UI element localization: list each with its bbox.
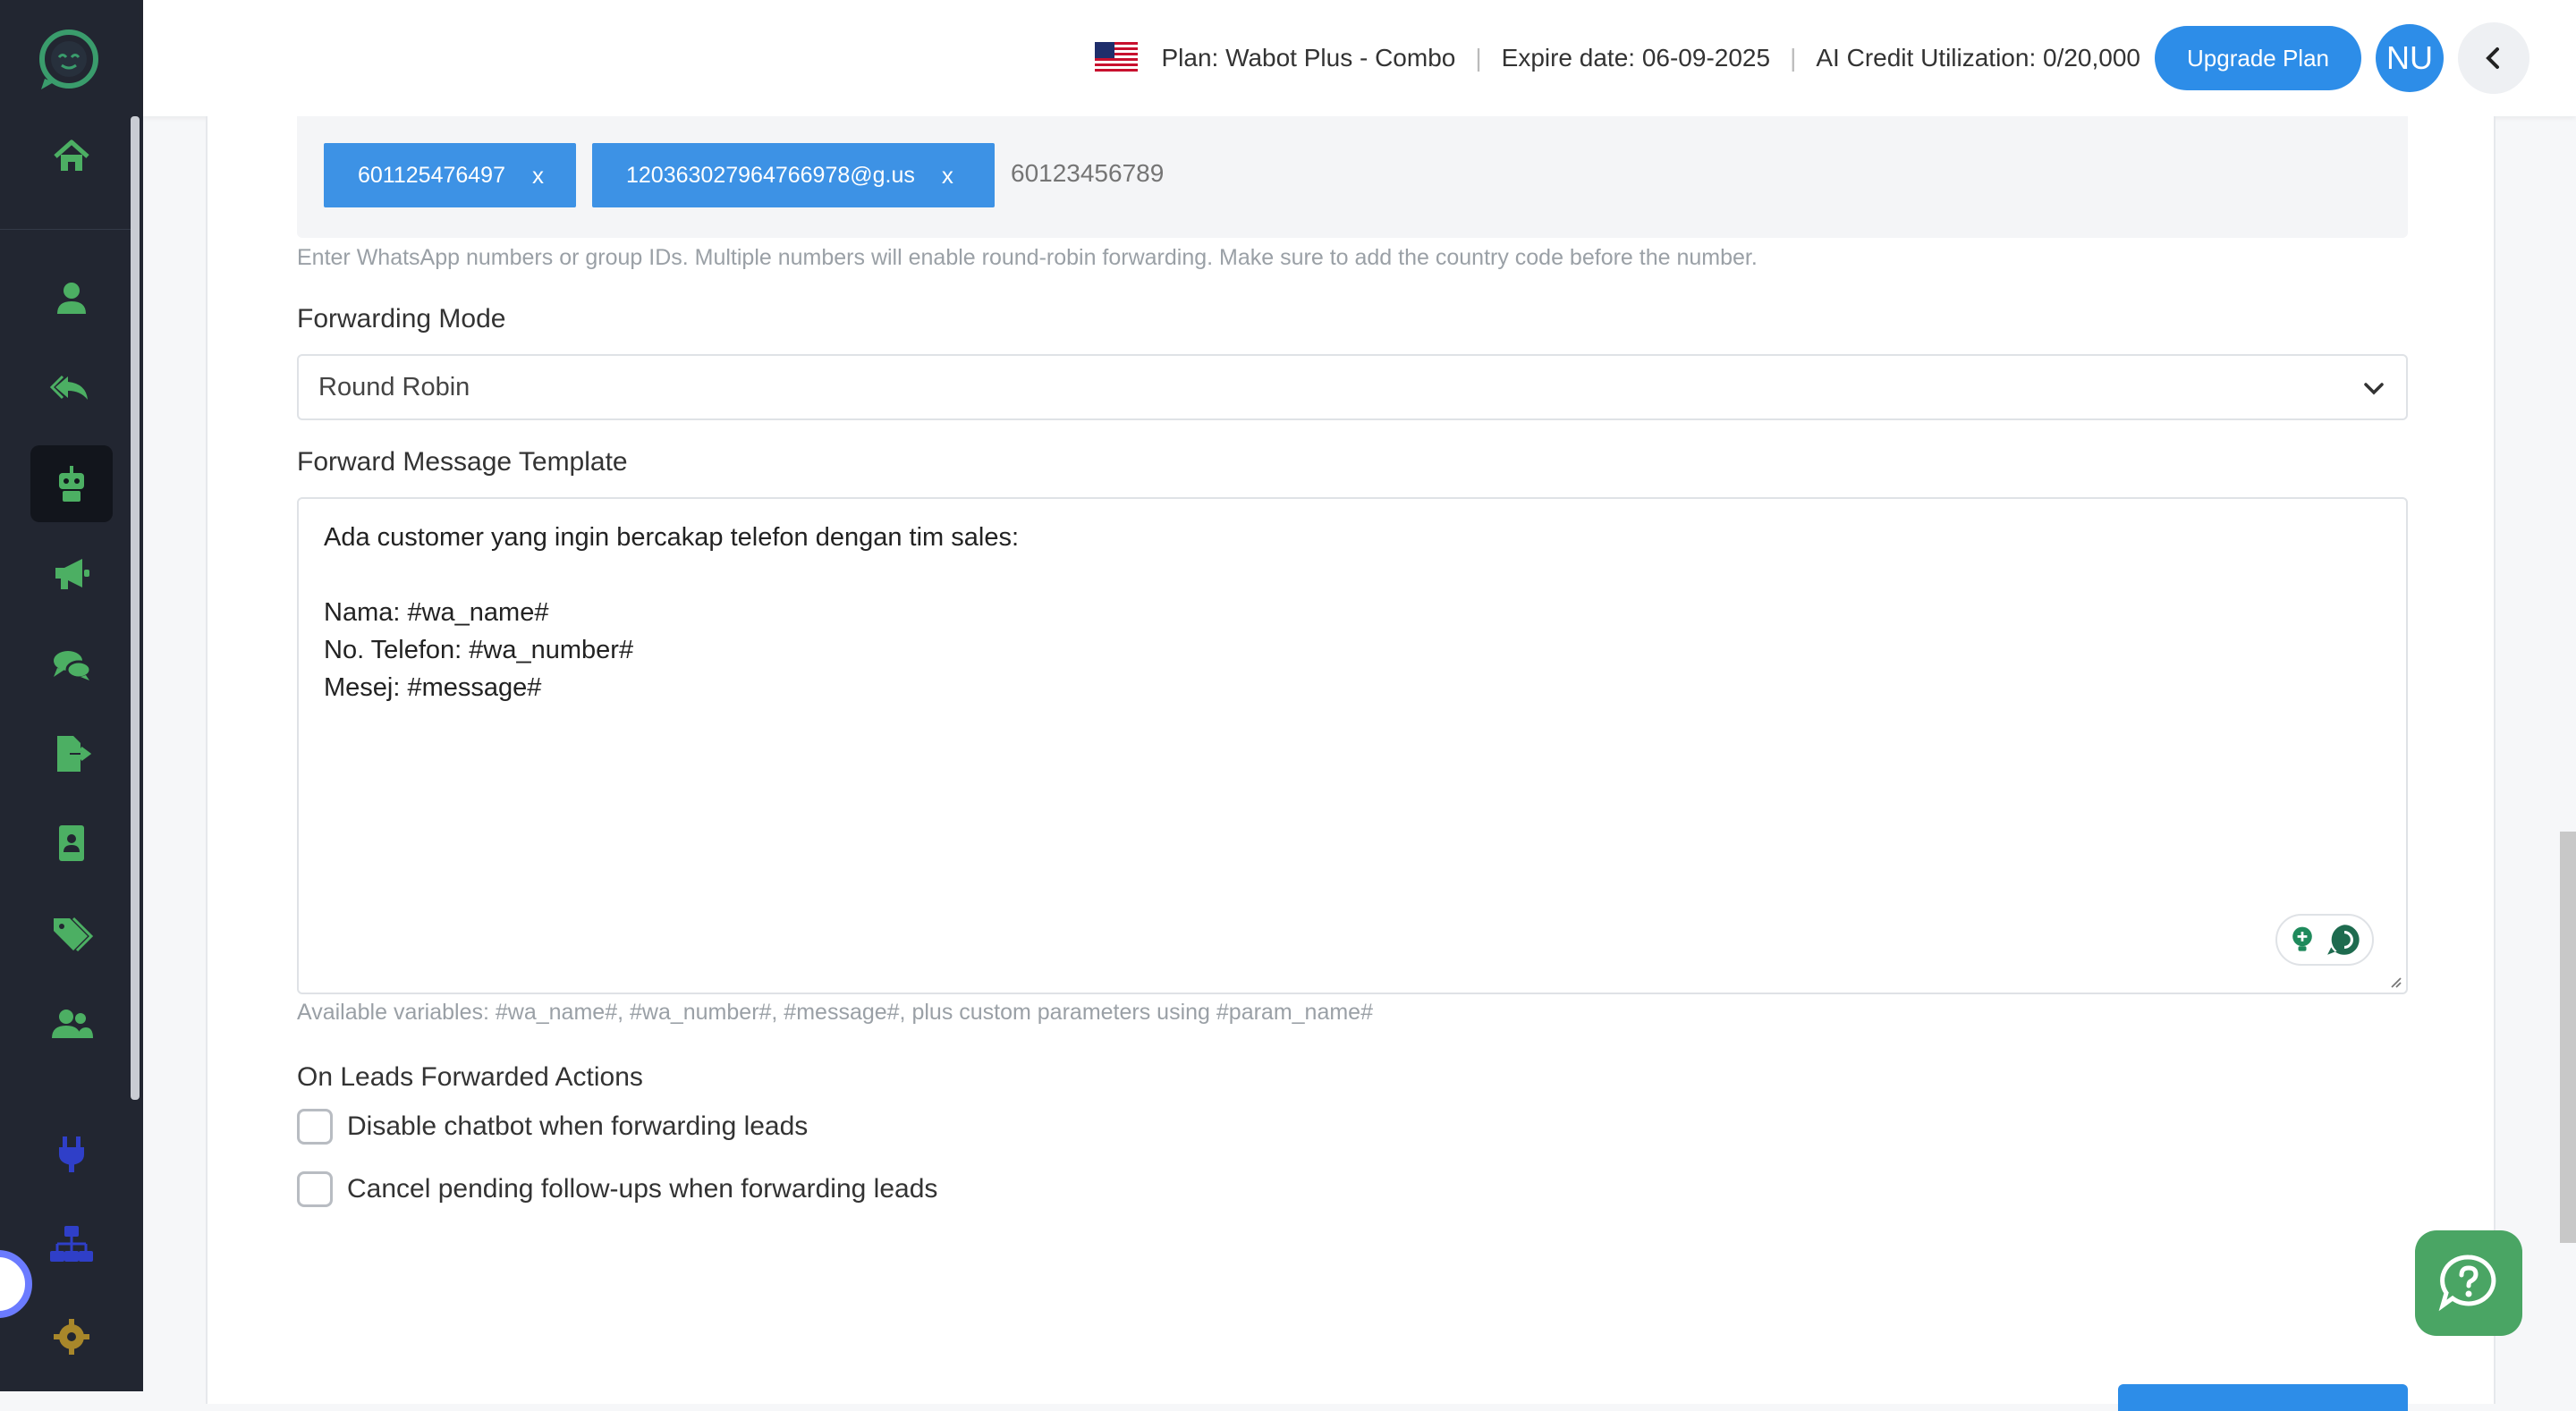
sidebar-item-home[interactable] bbox=[30, 118, 113, 195]
assistant-logo-icon bbox=[2327, 925, 2360, 955]
forward-template-label: Forward Message Template bbox=[297, 447, 628, 477]
tag-label: 120363027964766978@g.us bbox=[626, 162, 915, 188]
disable-chatbot-checkbox[interactable] bbox=[297, 1109, 333, 1145]
wabot-logo-icon[interactable] bbox=[32, 27, 106, 91]
template-variables-help: Available variables: #wa_name#, #wa_numb… bbox=[297, 1000, 1373, 1025]
number-tag: 120363027964766978@g.us x bbox=[592, 143, 995, 207]
top-header: Plan: Wabot Plus - Combo | Expire date: … bbox=[143, 0, 2576, 116]
collapse-sidebar-button[interactable] bbox=[2458, 22, 2529, 94]
sidebar-item-address-book[interactable] bbox=[30, 805, 113, 882]
sidebar-item-broadcast[interactable] bbox=[30, 535, 113, 612]
robot-icon bbox=[59, 466, 84, 502]
sidebar-item-settings[interactable] bbox=[30, 1298, 113, 1375]
resize-handle-icon[interactable] bbox=[2388, 975, 2402, 989]
sidebar-divider bbox=[0, 229, 131, 230]
sidebar-item-team[interactable] bbox=[30, 985, 113, 1062]
header-separator: | bbox=[1475, 44, 1482, 72]
forwarding-mode-select[interactable]: Round Robin bbox=[297, 354, 2408, 420]
chat-icon bbox=[54, 651, 92, 680]
plug-icon bbox=[59, 1136, 84, 1172]
sidebar bbox=[0, 0, 143, 1391]
forward-numbers-tag-input[interactable]: 601125476497 x 120363027964766978@g.us x bbox=[297, 116, 2408, 238]
sidebar-item-auto-reply[interactable] bbox=[30, 349, 113, 426]
forward-numbers-help: Enter WhatsApp numbers or group IDs. Mul… bbox=[297, 245, 1758, 270]
forward-number-input[interactable] bbox=[1011, 159, 1368, 188]
sidebar-item-tags[interactable] bbox=[30, 896, 113, 973]
forwarding-mode-value: Round Robin bbox=[318, 372, 470, 401]
lead-actions-label: On Leads Forwarded Actions bbox=[297, 1062, 643, 1092]
expire-date: Expire date: 06-09-2025 bbox=[1501, 44, 1771, 72]
template-line: Mesej: #message# bbox=[324, 673, 542, 702]
sidebar-item-chats[interactable] bbox=[30, 626, 113, 703]
question-chat-icon bbox=[2438, 1255, 2496, 1312]
chevron-down-icon bbox=[2364, 383, 2384, 395]
reply-icon bbox=[50, 375, 88, 400]
home-icon bbox=[54, 139, 89, 171]
tags-icon bbox=[54, 917, 93, 952]
forward-template-textarea[interactable]: Ada customer yang ingin bercakap telefon… bbox=[297, 497, 2408, 994]
ai-credit-utilization: AI Credit Utilization: 0/20,000 bbox=[1816, 44, 2140, 72]
remove-tag-button[interactable]: x bbox=[942, 162, 984, 190]
forwarding-mode-label: Forwarding Mode bbox=[297, 304, 506, 334]
sidebar-scrollbar[interactable] bbox=[131, 116, 140, 1100]
megaphone-icon bbox=[55, 559, 89, 589]
cursor-indicator bbox=[0, 1250, 32, 1318]
help-chat-button[interactable] bbox=[2415, 1230, 2522, 1336]
save-button[interactable] bbox=[2118, 1384, 2408, 1411]
sidebar-item-workflow[interactable] bbox=[30, 1207, 113, 1284]
cancel-followups-label[interactable]: Cancel pending follow-ups when forwardin… bbox=[347, 1174, 937, 1204]
plan-name: Plan: Wabot Plus - Combo bbox=[1161, 44, 1456, 72]
users-icon bbox=[52, 1010, 93, 1038]
sidebar-item-chatbot[interactable] bbox=[30, 445, 113, 522]
forwarding-settings-card: 601125476497 x 120363027964766978@g.us x… bbox=[206, 116, 2496, 1411]
sidebar-item-contacts[interactable] bbox=[30, 259, 113, 336]
page-scrollbar[interactable] bbox=[2560, 832, 2576, 1243]
gear-icon bbox=[54, 1319, 89, 1355]
lightbulb-icon bbox=[2292, 926, 2312, 951]
template-line: Nama: #wa_name# bbox=[324, 598, 549, 627]
writing-assistant-widget[interactable] bbox=[2275, 914, 2374, 966]
sidebar-item-export[interactable] bbox=[30, 715, 113, 792]
chevron-left-icon bbox=[2486, 47, 2499, 69]
user-icon bbox=[57, 283, 86, 314]
disable-chatbot-label[interactable]: Disable chatbot when forwarding leads bbox=[347, 1111, 808, 1142]
avatar[interactable]: NU bbox=[2376, 24, 2444, 92]
disable-chatbot-option[interactable]: Disable chatbot when forwarding leads bbox=[297, 1109, 808, 1145]
template-line bbox=[324, 556, 2381, 594]
number-tag: 601125476497 x bbox=[324, 143, 576, 207]
template-line: No. Telefon: #wa_number# bbox=[324, 636, 634, 664]
remove-tag-button[interactable]: x bbox=[532, 162, 574, 190]
upgrade-plan-button[interactable]: Upgrade Plan bbox=[2155, 26, 2361, 90]
template-line: Ada customer yang ingin bercakap telefon… bbox=[324, 523, 1020, 552]
sidebar-item-integrations[interactable] bbox=[30, 1116, 113, 1193]
address-book-icon bbox=[59, 825, 84, 861]
tag-label: 601125476497 bbox=[358, 162, 505, 188]
file-export-icon bbox=[57, 736, 92, 772]
header-separator: | bbox=[1790, 44, 1797, 72]
sitemap-icon bbox=[50, 1226, 93, 1262]
cancel-followups-checkbox[interactable] bbox=[297, 1171, 333, 1207]
cancel-followups-option[interactable]: Cancel pending follow-ups when forwardin… bbox=[297, 1171, 937, 1207]
us-flag-icon[interactable] bbox=[1095, 42, 1139, 74]
